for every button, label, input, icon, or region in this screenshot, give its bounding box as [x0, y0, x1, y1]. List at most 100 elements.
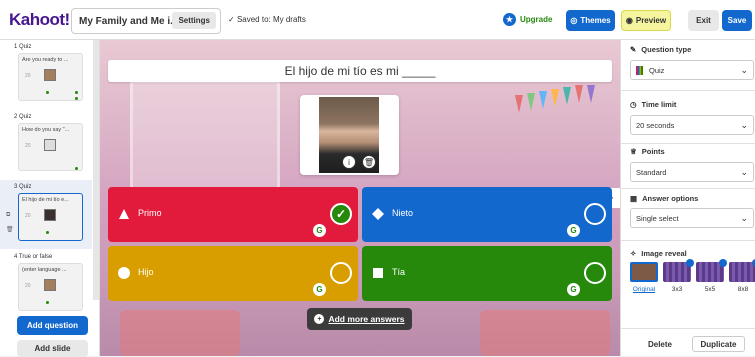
kahoot-title: My Family and Me i... — [79, 15, 179, 27]
slides-sidebar: 1 Quiz Are you ready to ... 20 2 Quiz Ho… — [0, 40, 100, 356]
image-placeholder-icon — [44, 139, 56, 151]
question-media[interactable]: i 🗑 — [300, 95, 399, 175]
square-icon — [373, 268, 383, 278]
answer-dot — [75, 91, 78, 94]
answer-text[interactable]: Tía — [392, 267, 405, 277]
answer-text[interactable]: Primo — [138, 208, 162, 218]
slide-item-4[interactable]: 4 True or false (enter language ... 20 — [0, 250, 92, 319]
sparkle-icon: ✧ — [630, 249, 637, 258]
grammarly-icon: G — [567, 224, 580, 237]
answer-dot — [46, 91, 49, 94]
slide-thumbnail[interactable]: How do you say "... 20 — [18, 123, 83, 171]
duplicate-icon[interactable]: ⧉ — [6, 212, 10, 219]
check-icon: ✓ — [228, 15, 235, 24]
answer-option-3[interactable]: Hijo G — [108, 246, 358, 301]
upgrade-label: Upgrade — [520, 15, 553, 24]
answer-options-select[interactable]: Single select ⌄ — [630, 208, 754, 228]
add-slide-button[interactable]: Add slide — [17, 340, 88, 357]
question-type-select[interactable]: Quiz ⌄ — [630, 60, 754, 80]
quiz-icon — [636, 65, 643, 75]
answer-text[interactable]: Hijo — [138, 267, 154, 277]
slide-item-3[interactable]: 3 Quiz El hijo de mi tío e... 20 ⧉ 🗑 — [0, 180, 92, 249]
kahoot-logo[interactable]: Kahoot! — [9, 10, 70, 30]
exit-button[interactable]: Exit — [688, 10, 719, 31]
top-bar: Kahoot! My Family and Me i... Settings ✓… — [0, 0, 755, 40]
preview-label: Preview — [635, 16, 667, 25]
chevron-down-icon: ⌄ — [740, 167, 748, 177]
correct-answer-toggle[interactable] — [584, 262, 606, 284]
edit-icon: ✎ — [630, 45, 637, 54]
preview-button[interactable]: ◉ Preview — [621, 10, 671, 31]
grammarly-icon: G — [567, 283, 580, 296]
slide-thumbnail-image — [44, 69, 56, 81]
reveal-option-3x3[interactable] — [663, 259, 694, 282]
slide-item-1[interactable]: 1 Quiz Are you ready to ... 20 — [0, 40, 92, 109]
divider — [621, 143, 755, 144]
answer-dot — [75, 97, 78, 100]
reveal-option-5x5[interactable] — [696, 259, 727, 282]
image-reveal-heading: ✧ Image reveal — [630, 249, 687, 258]
trash-icon[interactable]: 🗑 — [6, 226, 14, 233]
slide-label: 1 Quiz — [14, 44, 32, 50]
lock-icon — [686, 259, 694, 267]
question-input[interactable]: El hijo de mi tío es mi _____ — [108, 60, 612, 82]
reveal-option-label[interactable]: 3x3 — [663, 286, 691, 293]
answer-option-2[interactable]: Nieto G — [362, 187, 612, 242]
save-button[interactable]: Save — [722, 10, 752, 31]
correct-answer-toggle[interactable]: ✓ — [330, 203, 352, 225]
divider — [621, 90, 755, 91]
sidebar-scrollbar[interactable] — [93, 40, 99, 300]
timer-icon: 20 — [25, 143, 31, 149]
timer-icon: 20 — [25, 213, 31, 219]
slide-thumbnail[interactable]: El hijo de mi tío e... 20 — [18, 193, 83, 241]
time-limit-select[interactable]: 20 seconds ⌄ — [630, 115, 754, 135]
themes-button[interactable]: ◎ Themes — [566, 10, 615, 31]
eye-icon: ◉ — [625, 16, 633, 25]
info-icon[interactable]: i — [342, 155, 356, 169]
add-more-answers-button[interactable]: + Add more answers — [307, 308, 412, 330]
circle-icon — [118, 267, 130, 279]
divider — [621, 188, 755, 189]
slide-thumbnail[interactable]: (enter language ... 20 — [18, 263, 83, 311]
divider — [621, 328, 755, 329]
settings-button[interactable]: Settings — [172, 12, 216, 29]
answer-dot — [75, 167, 78, 170]
reveal-option-8x8[interactable] — [729, 259, 755, 282]
settings-panel: ✎ Question type Quiz ⌄ ◷ Time limit 20 s… — [620, 40, 755, 356]
answer-option-4[interactable]: Tía G — [362, 246, 612, 301]
slide-thumbnail-text: Are you ready to ... — [22, 57, 69, 63]
grammarly-icon: G — [313, 224, 326, 237]
clock-icon: ◷ — [630, 100, 637, 109]
add-question-button[interactable]: Add question — [17, 316, 88, 335]
reveal-option-original[interactable] — [630, 262, 658, 282]
chevron-down-icon: ⌄ — [740, 65, 748, 75]
slide-item-2[interactable]: 2 Quiz How do you say "... 20 — [0, 110, 92, 179]
answer-dot — [46, 301, 49, 304]
reveal-option-label[interactable]: Original — [630, 286, 658, 293]
star-icon: ★ — [503, 13, 516, 26]
diamond-icon — [372, 208, 384, 220]
timer-icon: 20 — [25, 283, 31, 289]
reveal-option-label[interactable]: 8x8 — [729, 286, 755, 293]
answer-text[interactable]: Nieto — [392, 208, 413, 218]
slide-thumbnail[interactable]: Are you ready to ... 20 — [18, 53, 83, 101]
correct-answer-toggle[interactable] — [584, 203, 606, 225]
add-more-answers-label: Add more answers — [328, 314, 405, 324]
duplicate-button[interactable]: Duplicate — [692, 336, 745, 352]
grammarly-icon: G — [313, 283, 326, 296]
upgrade-button[interactable]: ★ Upgrade — [503, 13, 552, 26]
saved-status-text: Saved to: My drafts — [236, 15, 306, 24]
trash-icon[interactable]: 🗑 — [362, 155, 376, 169]
timer-icon: 20 — [25, 73, 31, 79]
answer-option-1[interactable]: Primo G ✓ — [108, 187, 358, 242]
kahoot-title-field[interactable]: My Family and Me i... Settings — [71, 8, 221, 34]
divider — [621, 240, 755, 241]
triangle-icon — [119, 209, 129, 219]
points-select[interactable]: Standard ⌄ — [630, 162, 754, 182]
question-canvas: El hijo de mi tío es mi _____ i 🗑 › Prim… — [100, 40, 620, 356]
delete-button[interactable]: Delete — [640, 336, 680, 352]
points-heading: ♕ Points — [630, 147, 665, 156]
slide-thumbnail-text: El hijo de mi tío e... — [22, 197, 69, 203]
correct-answer-toggle[interactable] — [330, 262, 352, 284]
reveal-option-label[interactable]: 5x5 — [696, 286, 724, 293]
